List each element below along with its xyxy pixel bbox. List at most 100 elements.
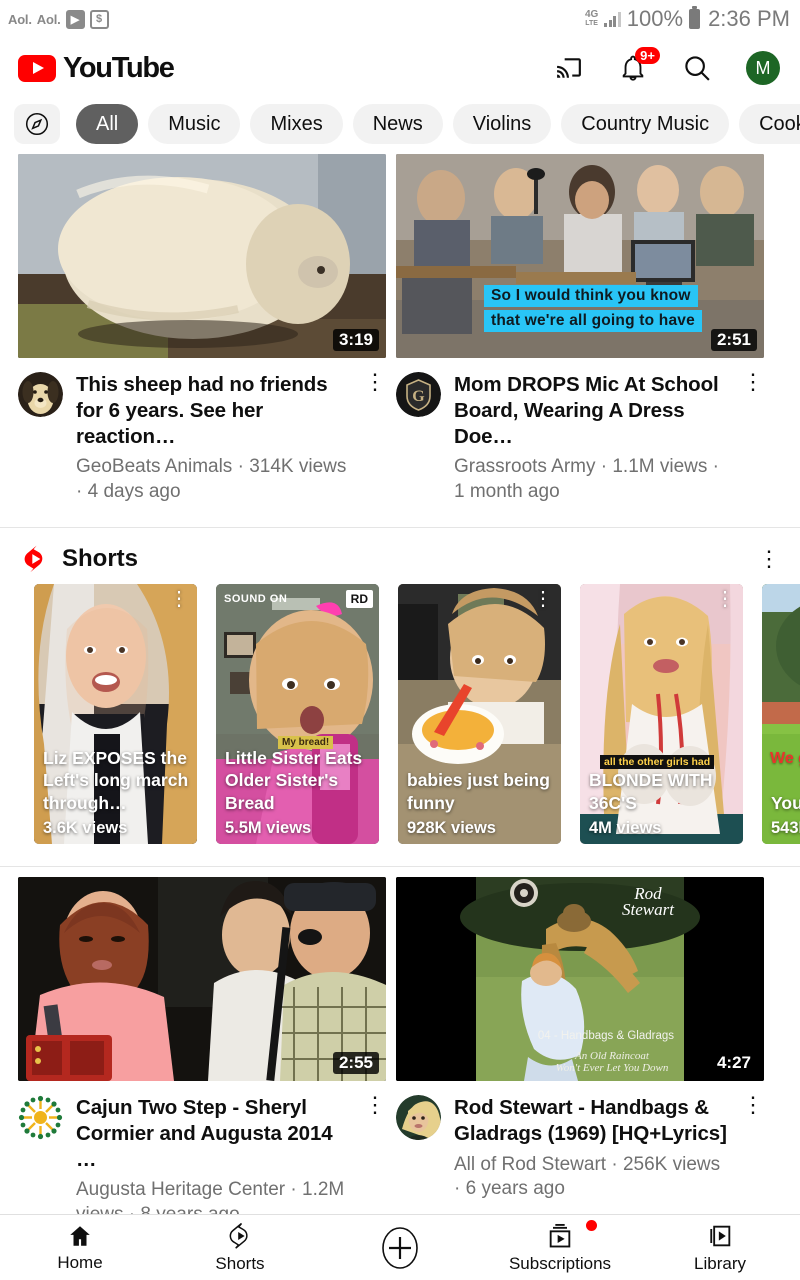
shorts-logo-icon: [22, 544, 48, 574]
youtube-logo[interactable]: YouTube: [18, 51, 175, 85]
compass-icon[interactable]: [14, 104, 60, 144]
video-card[interactable]: So I would think you know that we're all…: [396, 154, 764, 505]
video-meta: G Mom DROPS Mic At School Board, Wearing…: [396, 358, 764, 505]
nav-home[interactable]: Home: [5, 1223, 155, 1273]
shorts-title: Liz EXPOSES the Left's long march throug…: [43, 748, 189, 813]
nav-home-label: Home: [57, 1252, 103, 1272]
video-subtitle: GeoBeats Animals · 314K views · 4 days a…: [76, 456, 347, 503]
shorts-title: babies just being funny: [407, 770, 550, 813]
cajun-thumbnail-image: [18, 876, 386, 1081]
kebab-menu-icon[interactable]: ⋮: [533, 589, 553, 609]
kebab-menu-icon[interactable]: ⋮: [364, 1093, 386, 1228]
kebab-menu-icon[interactable]: ⋮: [758, 547, 780, 569]
play-square-icon: ▶: [65, 9, 85, 29]
brand-name: YouTube: [63, 51, 175, 84]
caption-overlay: So I would think you know that we're all…: [484, 285, 764, 332]
nav-library[interactable]: Library: [645, 1222, 795, 1274]
subscriptions-badge-dot: [586, 1219, 597, 1231]
video-card[interactable]: 2:55 Cajun Two Step - Sheryl Cormier and…: [18, 876, 386, 1228]
shorts-views: 4M views: [589, 818, 662, 837]
bottom-navigation: Home Shorts Subscriptions Library: [0, 1214, 800, 1280]
video-card[interactable]: Rod Stewart 04 - Handbags & Gladrags An …: [396, 876, 764, 1228]
video-thumbnail[interactable]: Rod Stewart 04 - Handbags & Gladrags An …: [396, 876, 764, 1081]
svg-text:Stewart: Stewart: [622, 900, 675, 919]
shorts-section-title: Shorts: [62, 544, 139, 572]
video-title[interactable]: Mom DROPS Mic At School Board, Wearing A…: [454, 372, 729, 449]
notifications-bell-icon[interactable]: 9+: [618, 47, 660, 83]
status-app-label-2: Aol.: [36, 11, 61, 27]
video-title[interactable]: Rod Stewart - Handbags & Gladrags (1969)…: [454, 1095, 729, 1147]
video-thumbnail[interactable]: 3:19: [18, 154, 386, 358]
rodstewart-thumbnail-image: Rod Stewart 04 - Handbags & Gladrags An …: [396, 876, 764, 1081]
video-text-block: Mom DROPS Mic At School Board, Wearing A…: [454, 372, 729, 505]
channel-avatar[interactable]: [396, 1094, 441, 1140]
video-title[interactable]: Cajun Two Step - Sheryl Cormier and Augu…: [76, 1095, 351, 1172]
shorts-text-block: Your selli rece 543K: [771, 792, 800, 838]
shorts-item[interactable]: ⋮ Liz EXPOSES the Left's long march thro…: [34, 583, 197, 844]
chip-violins[interactable]: Violins: [452, 104, 552, 144]
shorts-item[interactable]: SOUND ON RD My bread! Little Sister Eats…: [216, 583, 379, 844]
album-track-text: 04 - Handbags & Gladrags: [538, 1030, 674, 1042]
chip-mixes[interactable]: Mixes: [250, 104, 343, 144]
filter-chips-row[interactable]: All Music Mixes News Violins Country Mus…: [0, 98, 800, 154]
nav-create[interactable]: [325, 1225, 475, 1271]
svg-text:Won't Ever Let You Down: Won't Ever Let You Down: [556, 1062, 669, 1074]
create-plus-icon: [382, 1226, 418, 1269]
kebab-menu-icon[interactable]: ⋮: [742, 1093, 764, 1202]
chip-cooking-shows[interactable]: Cooking s: [739, 104, 800, 144]
video-card[interactable]: 3:19 This sheep had no friends for 6 yea…: [18, 154, 386, 505]
nav-shorts-label: Shorts: [215, 1253, 265, 1273]
video-text-block: This sheep had no friends for 6 years. S…: [76, 372, 351, 505]
status-app-label-1: Aol.: [8, 11, 32, 27]
video-duration: 2:51: [710, 329, 757, 351]
video-text-block: Cajun Two Step - Sheryl Cormier and Augu…: [76, 1095, 351, 1228]
shorts-icon: [229, 1222, 248, 1249]
chip-all[interactable]: All: [76, 104, 139, 144]
status-clock: 2:36 PM: [708, 6, 790, 31]
nav-shorts[interactable]: Shorts: [165, 1222, 315, 1274]
video-subtitle: Grassroots Army · 1.1M views · 1 month a…: [454, 456, 719, 503]
shorts-views: 543K: [771, 818, 800, 837]
chip-country-music[interactable]: Country Music: [561, 104, 730, 144]
nav-subscriptions[interactable]: Subscriptions: [485, 1219, 635, 1274]
search-icon[interactable]: [682, 53, 712, 83]
video-title[interactable]: This sheep had no friends for 6 years. S…: [76, 372, 351, 449]
svg-text:An Old Raincoat: An Old Raincoat: [574, 1050, 650, 1062]
video-duration: 2:55: [332, 1051, 379, 1074]
shorts-title: Little Sister Eats Older Sister's Bread: [225, 748, 363, 813]
kebab-menu-icon[interactable]: ⋮: [169, 589, 189, 609]
account-avatar[interactable]: M: [746, 51, 780, 85]
video-meta: This sheep had no friends for 6 years. S…: [18, 358, 386, 505]
nav-library-label: Library: [694, 1253, 746, 1273]
status-bar-left: Aol. Aol. ▶ $: [8, 9, 109, 29]
status-bar-right: 4G LTE 100% 2:36 PM: [585, 6, 790, 32]
channel-avatar[interactable]: G: [396, 372, 441, 417]
shorts-views: 5.5M views: [225, 818, 312, 837]
youtube-play-icon: [18, 54, 56, 82]
video-subtitle: All of Rod Stewart · 256K views · 6 year…: [454, 1153, 721, 1200]
dog-avatar-image: [18, 372, 63, 417]
video-thumbnail[interactable]: So I would think you know that we're all…: [396, 154, 764, 358]
shorts-caption-tag: We ga: [770, 749, 800, 767]
signal-strength-icon: [604, 11, 621, 27]
shorts-item[interactable]: ⋮ all the other girls had BLONDE WITH 36…: [580, 583, 743, 844]
shorts-text-block: babies just being funny 928K views: [407, 769, 555, 837]
channel-avatar[interactable]: [18, 372, 63, 417]
video-thumbnail[interactable]: 2:55: [18, 876, 386, 1081]
shorts-rail[interactable]: ⋮ Liz EXPOSES the Left's long march thro…: [0, 583, 800, 844]
kebab-menu-icon[interactable]: ⋮: [364, 371, 386, 505]
sheep-thumbnail-image: [18, 154, 386, 358]
shorts-item[interactable]: We ga Your selli rece 543K: [762, 583, 800, 844]
cast-icon[interactable]: [554, 53, 584, 83]
channel-avatar[interactable]: [18, 1094, 63, 1140]
app-header: YouTube 9+ M: [0, 38, 800, 98]
shorts-views: 3.6K views: [43, 818, 128, 837]
kebab-menu-icon[interactable]: ⋮: [715, 589, 735, 609]
chip-music[interactable]: Music: [148, 104, 241, 144]
shorts-title: BLONDE WITH 36C'S: [589, 770, 713, 813]
shorts-item[interactable]: ⋮ babies just being funny 928K views: [398, 583, 561, 844]
chip-news[interactable]: News: [352, 104, 443, 144]
kebab-menu-icon[interactable]: ⋮: [742, 371, 764, 505]
dollar-square-icon: $: [89, 9, 109, 29]
video-meta: Rod Stewart - Handbags & Gladrags (1969)…: [396, 1081, 764, 1202]
